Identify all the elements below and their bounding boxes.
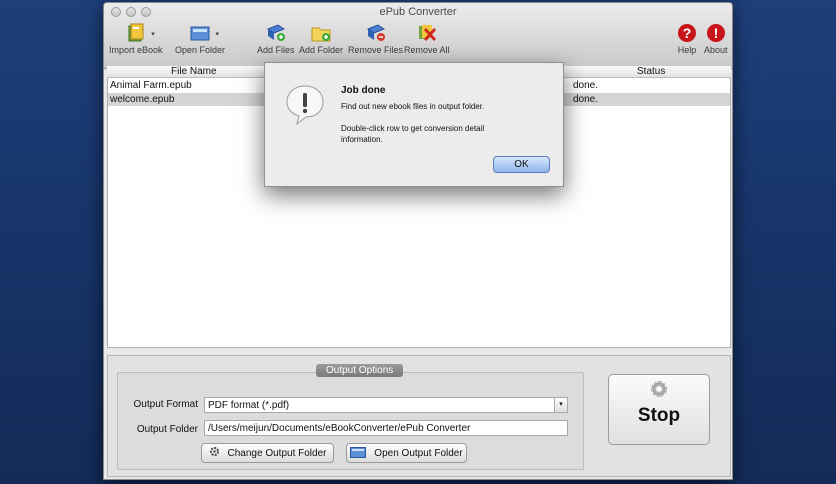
add-folder-button[interactable]: Add Folder	[299, 23, 343, 55]
output-folder-field[interactable]: /Users/meijun/Documents/eBookConverter/e…	[204, 420, 568, 436]
folder-icon	[350, 446, 367, 461]
column-header-status[interactable]: Status	[637, 66, 665, 77]
about-button[interactable]: ! About	[704, 23, 728, 55]
output-options-group: Output Options Output Format PDF format …	[117, 364, 584, 470]
row-file-name: welcome.epub	[110, 94, 175, 105]
import-ebook-dropdown-icon[interactable]: ▾	[151, 30, 155, 38]
title-bar: ePub Converter ▾ Import eBook ▾ Open Fol…	[104, 3, 732, 69]
help-button[interactable]: ? Help	[676, 23, 698, 55]
add-folder-icon	[310, 23, 332, 43]
about-icon: !	[705, 23, 727, 43]
open-output-folder-button[interactable]: Open Output Folder	[346, 443, 467, 463]
output-options-title: Output Options	[316, 364, 404, 377]
job-done-dialog: Job done Find out new ebook files in out…	[264, 62, 564, 187]
chevron-down-icon[interactable]: ▾	[554, 398, 567, 412]
add-files-icon	[265, 23, 287, 43]
bottom-panel: Output Options Output Format PDF format …	[107, 355, 731, 477]
output-format-label: Output Format	[133, 399, 198, 410]
open-folder-dropdown-icon[interactable]: ▾	[216, 30, 220, 38]
row-file-name: Animal Farm.epub	[110, 80, 192, 91]
open-folder-button[interactable]: ▾ Open Folder	[175, 23, 225, 55]
dialog-title: Job done	[341, 85, 386, 96]
remove-files-button[interactable]: Remove Files	[348, 23, 403, 55]
output-folder-label: Output Folder	[136, 424, 198, 435]
gear-icon	[209, 446, 220, 460]
window-title: ePub Converter	[379, 6, 457, 18]
column-header-file-name[interactable]: File Name	[171, 66, 217, 77]
ok-button[interactable]: OK	[493, 156, 550, 173]
open-folder-icon: ▾	[189, 23, 219, 43]
help-icon: ?	[676, 23, 698, 43]
dialog-message: Find out new ebook files in output folde…	[341, 102, 485, 111]
output-format-select[interactable]: PDF format (*.pdf) ▾	[204, 397, 568, 413]
stop-button[interactable]: Stop	[608, 374, 710, 445]
remove-files-icon	[365, 23, 387, 43]
row-status: done.	[573, 94, 599, 105]
alert-icon	[285, 84, 325, 126]
dialog-detail: Double-click row to get conversion detai…	[341, 124, 485, 144]
row-status: done.	[573, 80, 599, 91]
svg-text:?: ?	[683, 25, 692, 41]
remove-all-icon	[416, 23, 438, 43]
import-ebook-icon: ▾	[125, 23, 155, 43]
import-ebook-button[interactable]: ▾ Import eBook	[109, 23, 163, 55]
add-files-button[interactable]: Add Files	[257, 23, 295, 55]
spinner-icon	[651, 381, 667, 397]
remove-all-button[interactable]: Remove All	[404, 23, 450, 55]
change-output-folder-button[interactable]: Change Output Folder	[201, 443, 334, 463]
svg-text:!: !	[713, 25, 718, 41]
